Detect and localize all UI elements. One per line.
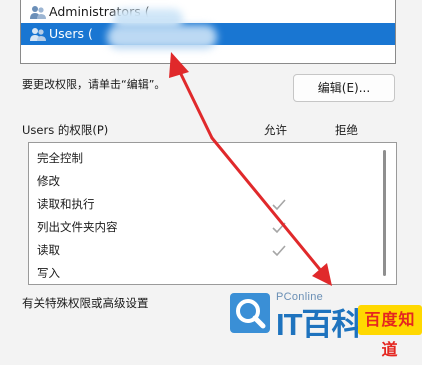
group-item-administrators[interactable]: Administrators ( (21, 1, 395, 23)
check-icon (272, 222, 286, 234)
permission-row-read: 读取 (37, 243, 60, 257)
permissions-list: 完全控制 修改 读取和执行 列出文件夹内容 读取 写入 (28, 142, 397, 285)
group-item-label: Users ( (49, 26, 93, 41)
permission-row-modify: 修改 (37, 174, 60, 188)
check-icon (272, 199, 286, 211)
annotation-arrow-edit (176, 66, 214, 140)
watermark-badge: 百度知道 (358, 305, 422, 359)
permission-row-list-folder: 列出文件夹内容 (37, 220, 118, 234)
special-permissions-hint: 有关特殊权限或高级设置 (22, 296, 149, 310)
redaction-blur (107, 25, 217, 49)
users-group-icon (30, 28, 46, 41)
pconline-logo-icon (230, 293, 270, 333)
permissions-title: Users 的权限(P) (22, 123, 109, 137)
watermark-brand: IT百科 (276, 307, 363, 342)
change-permissions-hint: 要更改权限，请单击“编辑”。 (22, 78, 166, 91)
group-user-list[interactable]: Administrators ( Users ( (20, 0, 396, 64)
check-icon (272, 245, 286, 257)
permission-row-full-control: 完全控制 (37, 151, 83, 165)
users-group-icon (30, 6, 46, 19)
permission-row-write: 写入 (37, 266, 60, 280)
watermark: PConline IT百科 百度知道 (226, 291, 422, 359)
allow-column-header: 允许 (264, 123, 287, 137)
permissions-scrollbar[interactable] (383, 150, 386, 276)
deny-column-header: 拒绝 (335, 123, 358, 137)
edit-button[interactable]: 编辑(E)... (293, 74, 395, 102)
permission-row-read-execute: 读取和执行 (37, 197, 95, 211)
